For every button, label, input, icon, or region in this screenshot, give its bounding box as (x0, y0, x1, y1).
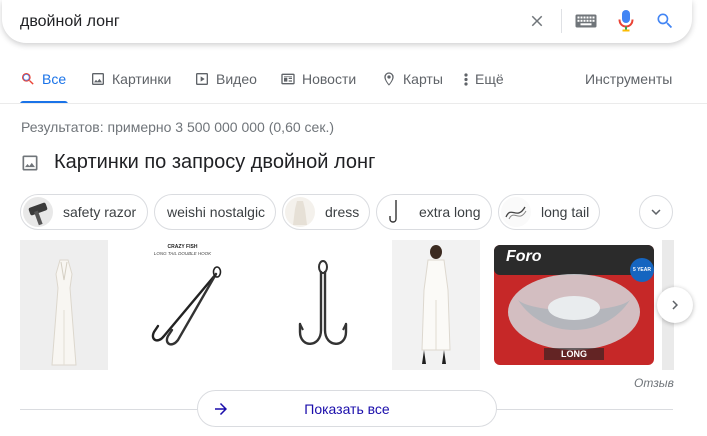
dress-image (392, 240, 480, 370)
chip-safety-razor[interactable]: safety razor (20, 194, 148, 230)
chip-label: weishi nostalgic (167, 204, 266, 220)
result-stats: Результатов: примерно 3 500 000 000 (0,6… (21, 119, 334, 135)
images-section-header: Картинки по запросу двойной лонг (20, 151, 375, 174)
tab-all[interactable]: Все (20, 71, 66, 87)
image-result-double-hook[interactable] (258, 240, 388, 370)
keyboard-button[interactable] (573, 8, 599, 34)
images-section-title[interactable]: Картинки по запросу двойной лонг (54, 151, 375, 174)
close-icon (531, 15, 543, 27)
double-hook-image (298, 260, 348, 345)
chip-label: dress (325, 204, 360, 220)
chevron-down-icon (651, 209, 661, 215)
tab-label: Картинки (112, 71, 172, 87)
chip-dress[interactable]: dress (282, 194, 370, 230)
image-result-dress-2[interactable] (392, 240, 480, 370)
chip-label: extra long (419, 204, 481, 220)
chip-thumbnail (285, 197, 315, 227)
show-all-button[interactable]: Показать все (197, 390, 497, 427)
clear-button[interactable] (524, 8, 550, 34)
tab-label: Видео (216, 71, 257, 87)
image-result-mouthguard[interactable]: Foro 5 YEAR LONG (484, 240, 658, 370)
chip-extra-long[interactable]: extra long (376, 194, 492, 230)
chip-thumbnail (501, 197, 531, 227)
chip-label: long tail (541, 204, 590, 220)
tools-label: Инструменты (585, 71, 673, 87)
tab-news[interactable]: Новости (280, 71, 356, 87)
search-icon (657, 13, 673, 29)
chip-weishi-nostalgic[interactable]: weishi nostalgic (154, 194, 276, 230)
dress-image (20, 240, 108, 370)
image-result-hook-crazy-fish[interactable]: CRAZY FISH LONG TAIL DOUBLE HOOK (112, 240, 253, 370)
chip-thumbnail (379, 197, 409, 227)
package-label: LONG (561, 349, 587, 359)
image-icon (92, 73, 104, 85)
carousel-next-button[interactable] (657, 287, 693, 323)
microphone-icon (618, 10, 634, 32)
chip-thumbnail (23, 197, 53, 227)
feedback-link[interactable]: Отзыв (634, 376, 674, 390)
package-badge: 5 YEAR (633, 267, 651, 273)
search-icon (22, 73, 34, 85)
tab-label: Все (42, 71, 67, 87)
map-pin-icon (384, 72, 394, 86)
search-divider (561, 9, 562, 33)
more-vert-icon (464, 73, 468, 86)
package-brand: Foro (506, 248, 542, 265)
tools-button[interactable]: Инструменты (585, 71, 672, 87)
video-icon (196, 73, 208, 85)
double-hook-image (151, 266, 222, 346)
chip-long-tail[interactable]: long tail (498, 194, 600, 230)
tabs-divider (0, 103, 707, 104)
search-bar (2, 0, 692, 43)
search-tabs: Все Картинки Видео Новости Карты Ещё Инс… (0, 64, 707, 104)
chevron-right-icon (672, 300, 678, 310)
chip-label: safety razor (63, 204, 137, 220)
search-button[interactable] (652, 8, 678, 34)
voice-search-button[interactable] (613, 8, 639, 34)
show-all-label: Показать все (304, 400, 390, 417)
tab-images[interactable]: Картинки (90, 71, 171, 87)
tab-label: Ещё (475, 71, 504, 87)
keyboard-icon (575, 14, 597, 28)
search-input[interactable] (20, 11, 500, 33)
image-icon (22, 155, 38, 170)
tab-video[interactable]: Видео (194, 71, 257, 87)
tab-label: Новости (302, 71, 357, 87)
tab-more[interactable]: Ещё (461, 71, 504, 87)
image-result-dress-1[interactable] (20, 240, 108, 370)
tab-maps[interactable]: Карты (381, 71, 443, 87)
chips-expand-button[interactable] (639, 195, 673, 229)
news-icon (281, 73, 295, 85)
tab-label: Карты (403, 71, 443, 87)
